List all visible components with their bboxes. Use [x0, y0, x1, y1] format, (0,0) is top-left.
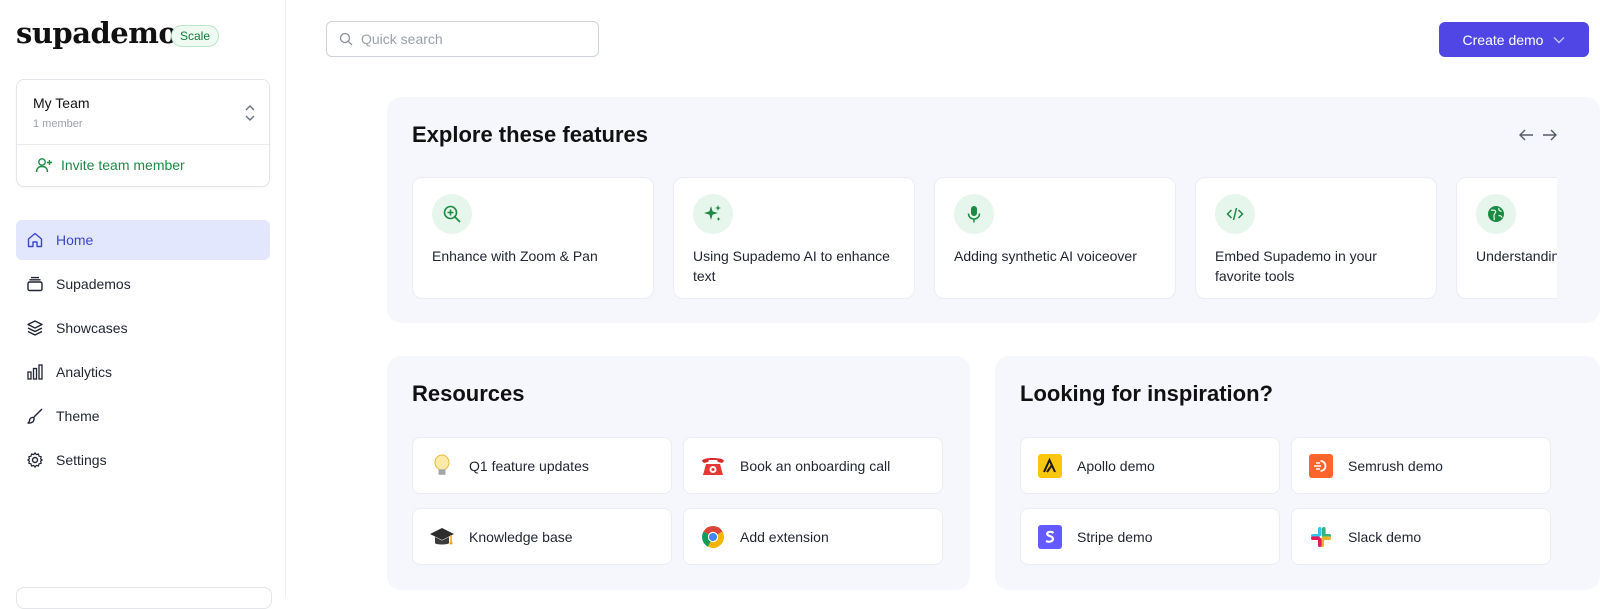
user-plus-icon — [35, 158, 52, 173]
feature-label: Adding synthetic AI voiceover — [954, 248, 1137, 264]
resources-panel: Resources Q1 feature updates Book an onb… — [387, 356, 970, 590]
resource-label: Knowledge base — [469, 528, 573, 545]
feature-card-zoom-pan[interactable]: Enhance with Zoom & Pan — [412, 177, 654, 299]
microphone-icon — [967, 206, 981, 223]
stripe-logo-icon — [1037, 524, 1063, 550]
quick-search[interactable] — [326, 21, 599, 57]
gear-icon — [27, 452, 43, 468]
resource-knowledge-base[interactable]: Knowledge base — [412, 508, 672, 565]
create-demo-button[interactable]: Create demo — [1439, 22, 1589, 57]
sidebar-item-label: Supademos — [56, 276, 131, 292]
lightbulb-icon — [429, 453, 455, 479]
team-switcher[interactable]: My Team 1 member — [17, 80, 269, 144]
team-divider — [17, 144, 269, 145]
team-card: My Team 1 member Invite team member — [16, 79, 270, 187]
sidebar-item-supademos[interactable]: Supademos — [16, 264, 270, 304]
sidebar-item-home[interactable]: Home — [16, 220, 270, 260]
sidebar-item-label: Showcases — [56, 320, 128, 336]
feature-icon-wrap — [954, 194, 994, 234]
inspiration-label: Stripe demo — [1077, 528, 1153, 545]
invite-team-member-button[interactable]: Invite team member — [35, 156, 185, 174]
features-panel: Explore these features Enhance with Zoom… — [387, 97, 1600, 323]
create-demo-label: Create demo — [1462, 31, 1544, 48]
inspiration-label: Semrush demo — [1348, 457, 1443, 474]
sidebar-item-showcases[interactable]: Showcases — [16, 308, 270, 348]
sidebar: supademo Scale My Team 1 member Invite t… — [0, 0, 286, 609]
inspiration-label: Apollo demo — [1077, 457, 1155, 474]
resource-q1-feature-updates[interactable]: Q1 feature updates — [412, 437, 672, 494]
resource-book-onboarding-call[interactable]: Book an onboarding call — [683, 437, 943, 494]
resource-label: Q1 feature updates — [469, 457, 589, 474]
layers-icon — [27, 320, 43, 336]
home-icon — [27, 232, 43, 248]
apollo-logo-icon — [1037, 453, 1063, 479]
features-carousel[interactable]: Enhance with Zoom & Pan Using Supademo A… — [387, 97, 1557, 323]
feature-label: Embed Supademo in your favorite tools — [1215, 248, 1377, 284]
sidebar-item-label: Settings — [56, 452, 107, 468]
stack-icon — [27, 276, 43, 292]
feature-icon-wrap — [432, 194, 472, 234]
sparkles-icon — [704, 205, 721, 221]
resource-label: Book an onboarding call — [740, 457, 891, 474]
feature-icon-wrap — [1476, 194, 1516, 234]
sidebar-nav: Home Supademos Showcases Analytics Theme… — [16, 220, 270, 484]
sidebar-item-theme[interactable]: Theme — [16, 396, 270, 436]
inspiration-title: Looking for inspiration? — [1020, 381, 1273, 406]
sidebar-item-label: Analytics — [56, 364, 113, 380]
inspiration-stripe-demo[interactable]: Stripe demo — [1020, 508, 1280, 565]
team-member-count: 1 member — [33, 118, 83, 130]
feature-card-ai-voiceover[interactable]: Adding synthetic AI voiceover — [934, 177, 1176, 299]
slack-logo-icon — [1308, 524, 1334, 550]
graduation-cap-icon — [429, 524, 455, 550]
inspiration-slack-demo[interactable]: Slack demo — [1291, 508, 1551, 565]
code-icon — [1226, 207, 1244, 221]
inspiration-panel: Looking for inspiration? Apollo demo Sem… — [995, 356, 1600, 590]
resource-label: Add extension — [740, 528, 829, 545]
feature-card-embed[interactable]: Embed Supademo in your favorite tools — [1195, 177, 1437, 299]
brush-icon — [27, 408, 43, 424]
feature-icon-wrap — [693, 194, 733, 234]
feature-icon-wrap — [1215, 194, 1255, 234]
chevron-down-icon — [1553, 36, 1565, 43]
sidebar-bottom-card[interactable] — [16, 587, 272, 609]
feature-label: Using Supademo AI to enhance text — [693, 248, 890, 284]
inspiration-apollo-demo[interactable]: Apollo demo — [1020, 437, 1280, 494]
bar-chart-icon — [27, 364, 43, 380]
zoom-in-icon — [443, 205, 461, 223]
chrome-icon — [700, 524, 726, 550]
sidebar-item-label: Theme — [56, 408, 100, 424]
sidebar-item-analytics[interactable]: Analytics — [16, 352, 270, 392]
team-name: My Team — [33, 95, 90, 111]
resources-title: Resources — [412, 381, 525, 406]
search-icon — [339, 32, 353, 46]
feature-label: Enhance with Zoom & Pan — [432, 248, 598, 264]
telephone-icon — [700, 453, 726, 479]
globe-icon — [1488, 206, 1504, 222]
sidebar-item-settings[interactable]: Settings — [16, 440, 270, 480]
resource-add-extension[interactable]: Add extension — [683, 508, 943, 565]
plan-badge: Scale — [171, 25, 220, 47]
sidebar-item-label: Home — [56, 232, 94, 248]
search-input[interactable] — [359, 30, 583, 48]
inspiration-semrush-demo[interactable]: Semrush demo — [1291, 437, 1551, 494]
feature-card-ai-text[interactable]: Using Supademo AI to enhance text — [673, 177, 915, 299]
semrush-logo-icon — [1308, 453, 1334, 479]
brand-logo[interactable]: supademo — [16, 16, 178, 50]
chevron-up-down-icon — [245, 105, 255, 121]
feature-label: Understanding — [1476, 248, 1557, 264]
feature-card-understanding[interactable]: Understanding — [1456, 177, 1557, 299]
invite-label: Invite team member — [61, 157, 185, 173]
inspiration-label: Slack demo — [1348, 528, 1422, 545]
